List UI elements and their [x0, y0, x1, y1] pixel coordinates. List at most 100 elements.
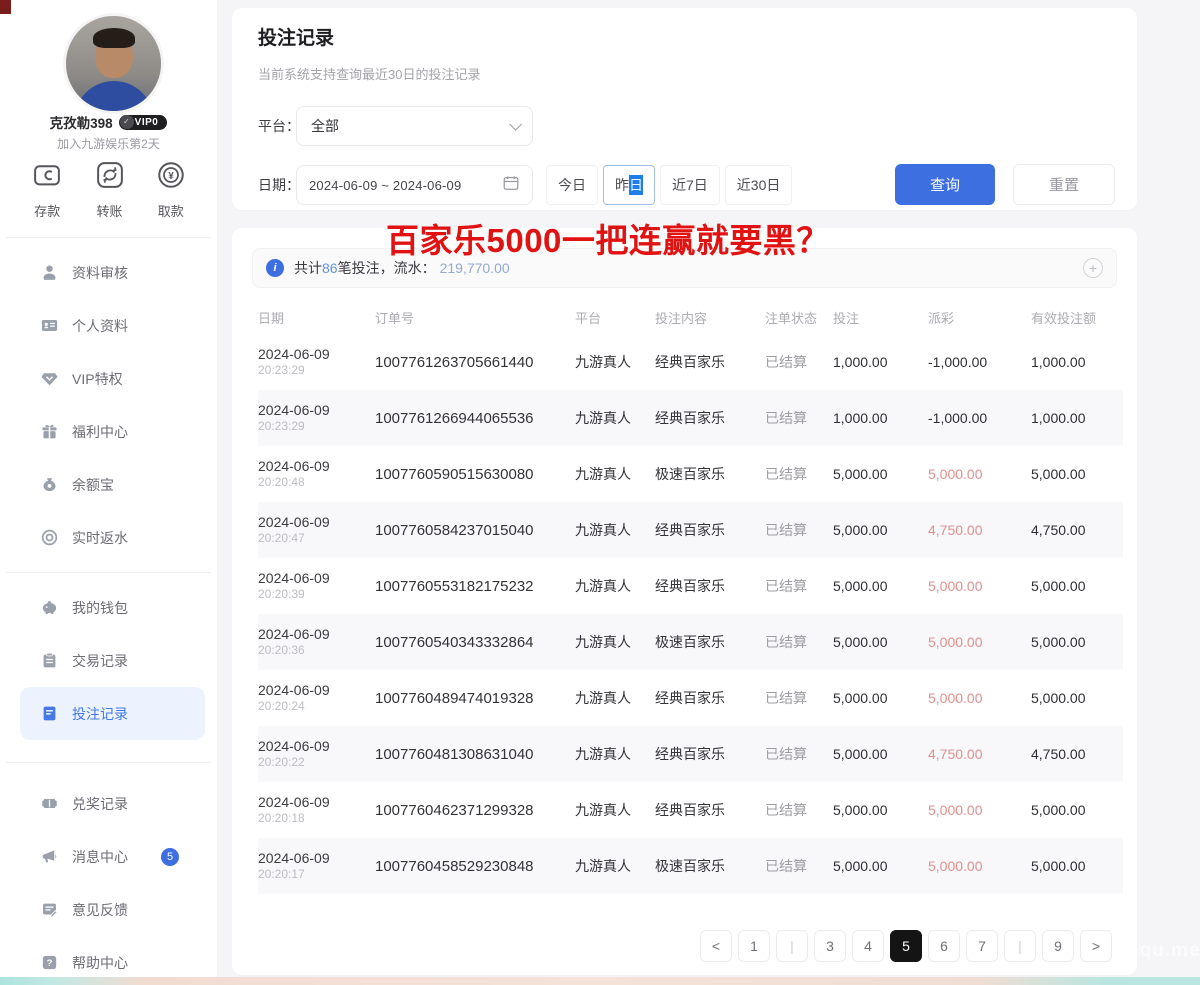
cell-platform: 九游真人 — [575, 576, 655, 596]
date-range-value: 2024-06-09 ~ 2024-06-09 — [309, 178, 461, 193]
sidebar-item-transactions[interactable]: 交易记录 — [6, 634, 211, 687]
table-row: 2024-06-0920:20:471007760584237015040九游真… — [258, 502, 1123, 558]
calendar-icon — [502, 174, 520, 197]
sidebar-item-label: 实时返水 — [72, 528, 128, 548]
cell-date: 2024-06-0920:20:47 — [258, 514, 375, 547]
vip-diamond-icon — [40, 369, 59, 388]
table-row: 2024-06-0920:20:481007760590515630080九游真… — [258, 446, 1123, 502]
sidebar-item-label: 帮助中心 — [72, 953, 128, 973]
page-button-5[interactable]: 5 — [890, 930, 922, 962]
bet-date: 2024-06-09 — [258, 570, 375, 588]
money-bag-icon — [40, 475, 59, 494]
nav-group-1: 资料审核个人资料 VIP特权福利中心余额宝实时返水 — [6, 237, 211, 564]
quick-range-yesterday[interactable]: 昨日 — [603, 165, 655, 205]
sidebar-item-welfare[interactable]: 福利中心 — [6, 405, 211, 458]
rebate-circle-icon — [40, 528, 59, 547]
cell-status: 已结算 — [765, 408, 833, 428]
cell-bet-amount: 5,000.00 — [833, 746, 928, 762]
expand-plus-icon[interactable]: + — [1083, 258, 1103, 278]
page-button-7[interactable]: 7 — [966, 930, 998, 962]
cell-platform: 九游真人 — [575, 632, 655, 652]
avatar[interactable] — [66, 16, 161, 111]
gift-icon — [40, 422, 59, 441]
unread-count-badge: 5 — [161, 848, 179, 866]
sidebar-item-messages[interactable]: 消息中心 5 — [6, 830, 211, 883]
cell-order-number: 1007760553182175232 — [375, 578, 575, 595]
sidebar-item-prizes[interactable]: 兑奖记录 — [6, 777, 211, 830]
ellipsis-button[interactable]: | — [776, 930, 808, 962]
cell-platform: 九游真人 — [575, 856, 655, 876]
platform-select[interactable]: 全部 — [296, 106, 533, 146]
prev-page-button[interactable]: < — [700, 930, 732, 962]
sidebar-item-label: 意见反馈 — [72, 900, 128, 920]
withdraw-button[interactable]: ¥取款 — [156, 160, 186, 220]
cell-order-number: 1007760540343332864 — [375, 634, 575, 651]
sidebar-item-yuebao[interactable]: 余额宝 — [6, 458, 211, 511]
cell-platform: 九游真人 — [575, 352, 655, 372]
cell-payout: 4,750.00 — [928, 522, 1031, 538]
cell-bet-content: 经典百家乐 — [655, 520, 765, 540]
cell-valid-bet: 4,750.00 — [1031, 522, 1117, 538]
column-header: 派彩 — [928, 308, 1031, 327]
cell-bet-content: 经典百家乐 — [655, 576, 765, 596]
nav-group-2: 我的钱包交易记录投注记录 — [6, 572, 211, 740]
cell-bet-amount: 5,000.00 — [833, 466, 928, 482]
bet-date: 2024-06-09 — [258, 850, 375, 868]
piggy-bank-icon — [40, 598, 59, 617]
cell-status: 已结算 — [765, 632, 833, 652]
cell-valid-bet: 1,000.00 — [1031, 410, 1117, 426]
table-row: 2024-06-0920:23:291007761266944065536九游真… — [258, 390, 1123, 446]
sidebar-item-label: VIP特权 — [72, 369, 123, 389]
deposit-button[interactable]: 存款 — [31, 160, 63, 220]
sidebar-item-label: 资料审核 — [72, 263, 128, 283]
bet-time: 20:20:17 — [258, 867, 375, 882]
table-row: 2024-06-0920:20:181007760462371299328九游真… — [258, 782, 1123, 838]
next-page-button[interactable]: > — [1080, 930, 1112, 962]
cell-order-number: 1007760584237015040 — [375, 522, 575, 539]
page-button-6[interactable]: 6 — [928, 930, 960, 962]
page-button-3[interactable]: 3 — [814, 930, 846, 962]
cell-platform: 九游真人 — [575, 688, 655, 708]
transfer-button[interactable]: 转账 — [95, 160, 125, 220]
bet-table: 日期订单号平台投注内容注单状态投注派彩有效投注额 2024-06-0920:23… — [258, 300, 1123, 894]
cell-date: 2024-06-0920:20:39 — [258, 570, 375, 603]
cell-bet-content: 极速百家乐 — [655, 464, 765, 484]
table-row: 2024-06-0920:20:391007760553182175232九游真… — [258, 558, 1123, 614]
table-body: 2024-06-0920:23:291007761263705661440九游真… — [258, 334, 1123, 894]
bottom-banner-edge — [0, 977, 1200, 985]
sidebar-item-rebate[interactable]: 实时返水 — [6, 511, 211, 564]
page-button-4[interactable]: 4 — [852, 930, 884, 962]
quick-range-last7[interactable]: 近7日 — [660, 165, 720, 205]
cell-date: 2024-06-0920:20:22 — [258, 738, 375, 771]
quick-range-today[interactable]: 今日 — [546, 165, 598, 205]
sidebar-item-wallet[interactable]: 我的钱包 — [6, 581, 211, 634]
ellipsis-button[interactable]: | — [1004, 930, 1036, 962]
sidebar-item-bet-records[interactable]: 投注记录 — [20, 687, 205, 740]
sidebar-item-label: 余额宝 — [72, 475, 114, 495]
table-row: 2024-06-0920:20:171007760458529230848九游真… — [258, 838, 1123, 894]
user-row: 克孜勒398VIP0 — [0, 112, 217, 132]
turnover-amount: 219,770.00 — [440, 260, 510, 276]
cell-order-number: 1007760489474019328 — [375, 690, 575, 707]
sidebar-item-vip[interactable]: VIP特权 — [6, 352, 211, 405]
sidebar-item-profile[interactable]: 个人资料 — [6, 299, 211, 352]
column-header: 日期 — [258, 308, 375, 327]
search-button[interactable]: 查询 — [895, 164, 995, 205]
quick-range-last30[interactable]: 近30日 — [725, 165, 793, 205]
page-button-9[interactable]: 9 — [1042, 930, 1074, 962]
cell-platform: 九游真人 — [575, 744, 655, 764]
page-button-1[interactable]: 1 — [738, 930, 770, 962]
cell-order-number: 1007760458529230848 — [375, 858, 575, 875]
cell-bet-content: 经典百家乐 — [655, 352, 765, 372]
cell-bet-amount: 5,000.00 — [833, 802, 928, 818]
cell-payout: 5,000.00 — [928, 634, 1031, 650]
quick-range-label: 昨 — [615, 175, 629, 195]
sidebar-item-audit[interactable]: 资料审核 — [6, 246, 211, 299]
cell-date: 2024-06-0920:20:48 — [258, 458, 375, 491]
date-range-input[interactable]: 2024-06-09 ~ 2024-06-09 — [296, 165, 533, 205]
nav-group-3: 兑奖记录消息中心5意见反馈?帮助中心 — [6, 762, 211, 985]
sidebar-item-label: 消息中心 — [72, 847, 128, 867]
sidebar-item-feedback[interactable]: 意见反馈 — [6, 883, 211, 936]
cell-order-number: 1007761266944065536 — [375, 410, 575, 427]
reset-button[interactable]: 重置 — [1013, 164, 1115, 205]
